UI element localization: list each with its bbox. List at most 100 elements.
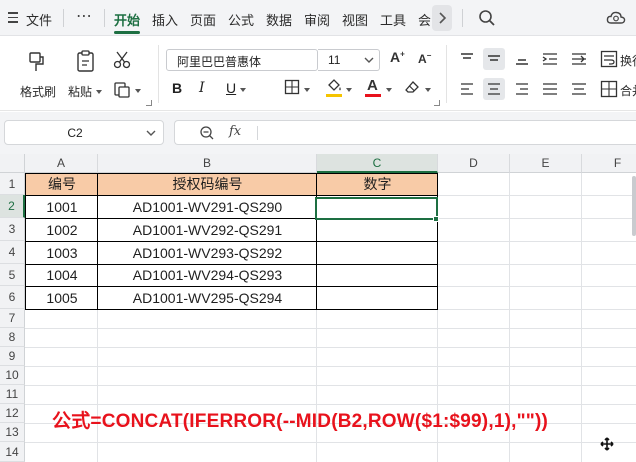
column-header-a[interactable]: A — [25, 154, 98, 173]
row-header-12[interactable]: 12 — [0, 404, 25, 423]
align-middle-button[interactable] — [483, 48, 505, 70]
borders-icon[interactable] — [284, 79, 300, 95]
font-launcher-icon[interactable] — [434, 100, 440, 106]
cell-b2[interactable]: AD1001-WV291-QS290 — [98, 196, 317, 218]
cut-icon[interactable] — [113, 51, 131, 69]
font-size-select[interactable]: 11 — [318, 49, 380, 71]
row-header-8[interactable]: 8 — [0, 328, 25, 347]
column-header-b[interactable]: B — [98, 154, 317, 173]
tab-view[interactable]: 视图 — [342, 10, 368, 29]
more-icon[interactable]: ⋯ — [76, 6, 93, 26]
row-header-13[interactable]: 13 — [0, 423, 25, 442]
zoom-out-icon[interactable] — [199, 125, 215, 141]
cell-b6[interactable]: AD1001-WV295-QS294 — [98, 287, 317, 309]
row-header-1[interactable]: 1 — [0, 173, 25, 195]
cell-c5[interactable] — [317, 265, 438, 286]
cell-c3[interactable] — [317, 219, 438, 241]
cloud-sync-icon[interactable] — [606, 9, 626, 27]
cell-a5[interactable]: 1004 — [26, 265, 98, 286]
row-header-6[interactable]: 6 — [0, 286, 25, 309]
row-header-5[interactable]: 5 — [0, 264, 25, 286]
cell-a2[interactable]: 1001 — [26, 196, 98, 218]
search-icon[interactable] — [478, 9, 496, 27]
cell-a6[interactable]: 1005 — [26, 287, 98, 309]
cell-c1[interactable]: 数字 — [317, 174, 438, 195]
distributed-icon[interactable] — [570, 81, 588, 97]
cell-a1[interactable]: 编号 — [26, 174, 98, 195]
tab-formula[interactable]: 公式 — [228, 10, 254, 29]
name-box[interactable]: C2 — [4, 120, 164, 145]
row-header-2[interactable]: 2 — [0, 195, 25, 218]
cell-c4[interactable] — [317, 242, 438, 264]
fill-color-dropdown-icon[interactable] — [346, 88, 352, 92]
main-menu-icon[interactable] — [8, 12, 18, 24]
cell-c6[interactable] — [317, 287, 438, 309]
tab-tools[interactable]: 工具 — [380, 10, 406, 29]
vertical-scrollbar[interactable] — [630, 176, 636, 306]
tab-insert[interactable]: 插入 — [152, 10, 178, 29]
row-header-14[interactable]: 14 — [0, 442, 25, 462]
copy-dropdown-icon[interactable] — [135, 89, 141, 93]
indent-icon[interactable] — [541, 51, 559, 67]
tabs-scroll-right-button[interactable] — [432, 5, 452, 31]
align-bottom-icon[interactable] — [514, 52, 530, 66]
underline-dropdown-icon[interactable] — [240, 88, 246, 92]
font-name-select[interactable]: 阿里巴巴普惠体 — [166, 49, 318, 71]
align-center-button[interactable] — [483, 78, 505, 100]
wrap-text-label[interactable]: 换行 — [620, 52, 636, 69]
align-top-icon[interactable] — [459, 52, 475, 66]
select-all-corner[interactable] — [0, 154, 25, 173]
italic-button[interactable]: I — [199, 80, 205, 96]
row-header-10[interactable]: 10 — [0, 366, 25, 385]
merge-cells-icon[interactable] — [600, 80, 618, 98]
column-header-e[interactable]: E — [510, 154, 582, 173]
merge-cells-label[interactable]: 合并 — [620, 82, 636, 99]
cell-a4[interactable]: 1003 — [26, 242, 98, 264]
format-painter-label[interactable]: 格式刷 — [20, 83, 56, 100]
paste-label[interactable]: 粘贴 — [68, 83, 92, 100]
cell-b3[interactable]: AD1001-WV292-QS291 — [98, 219, 317, 241]
format-painter-icon[interactable] — [26, 51, 46, 73]
paste-icon[interactable] — [75, 49, 97, 73]
font-color-icon[interactable]: A — [367, 77, 378, 94]
tab-review[interactable]: 审阅 — [304, 10, 330, 29]
font-color-dropdown-icon[interactable] — [386, 88, 392, 92]
cell-b4[interactable]: AD1001-WV293-QS292 — [98, 242, 317, 264]
bold-button[interactable]: B — [172, 80, 182, 96]
fill-handle[interactable] — [433, 216, 439, 222]
justify-icon[interactable] — [541, 81, 559, 97]
paste-dropdown-icon[interactable] — [96, 90, 102, 94]
row-header-4[interactable]: 4 — [0, 241, 25, 264]
increase-font-icon[interactable]: A+ — [390, 49, 405, 65]
cell-b1[interactable]: 授权码编号 — [98, 174, 317, 195]
clear-format-icon[interactable] — [403, 79, 421, 95]
column-header-c[interactable]: C — [317, 154, 438, 173]
cell-b5[interactable]: AD1001-WV294-QS293 — [98, 265, 317, 286]
row-header-9[interactable]: 9 — [0, 347, 25, 366]
clipboard-launcher-icon[interactable] — [146, 100, 152, 106]
fill-color-icon[interactable] — [325, 77, 343, 93]
underline-button[interactable]: U — [226, 80, 236, 96]
clear-dropdown-icon[interactable] — [425, 88, 431, 92]
formula-input[interactable]: fx — [174, 120, 636, 145]
orientation-icon[interactable] — [570, 51, 588, 67]
cell-a3[interactable]: 1002 — [26, 219, 98, 241]
copy-icon[interactable] — [113, 81, 131, 99]
column-header-d[interactable]: D — [438, 154, 510, 173]
decrease-font-icon[interactable]: A− — [418, 51, 431, 66]
column-header-f[interactable]: F — [582, 154, 636, 173]
spreadsheet-grid[interactable]: A B C D E F 1 2 3 4 5 6 7 8 9 10 11 12 1… — [0, 154, 636, 462]
tab-member[interactable]: 会 — [418, 10, 431, 29]
menu-file[interactable]: 文件 — [26, 10, 52, 29]
align-right-icon[interactable] — [514, 82, 530, 96]
row-header-11[interactable]: 11 — [0, 385, 25, 404]
insert-function-icon[interactable]: fx — [229, 124, 241, 139]
tab-page[interactable]: 页面 — [190, 10, 216, 29]
tab-home[interactable]: 开始 — [114, 10, 140, 29]
row-header-7[interactable]: 7 — [0, 309, 25, 328]
align-left-icon[interactable] — [459, 82, 475, 96]
borders-dropdown-icon[interactable] — [304, 88, 310, 92]
wrap-text-icon[interactable] — [600, 50, 618, 68]
tab-data[interactable]: 数据 — [266, 10, 292, 29]
row-header-3[interactable]: 3 — [0, 218, 25, 241]
